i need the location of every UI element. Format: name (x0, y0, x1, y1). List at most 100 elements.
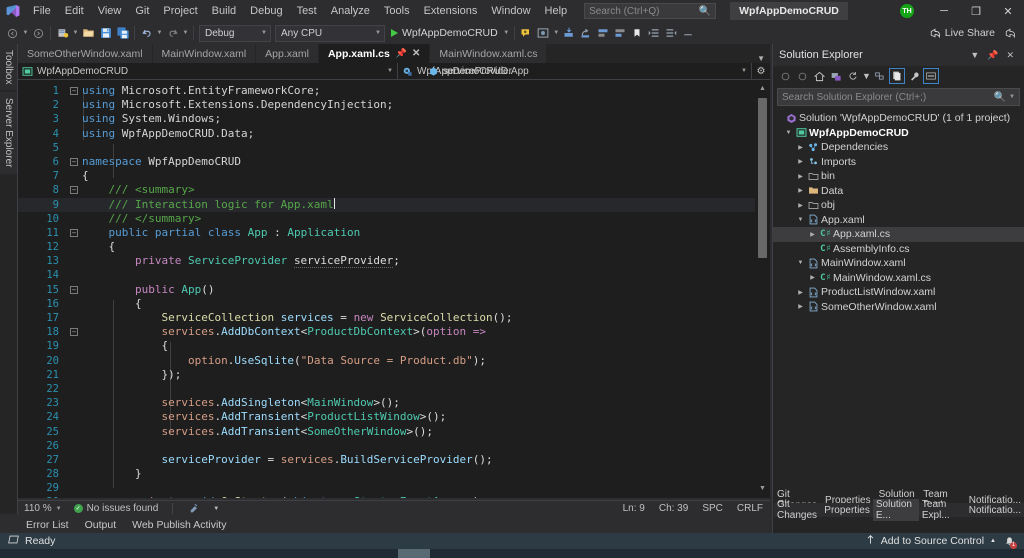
expander-closed-icon[interactable]: ▶ (807, 231, 818, 238)
outdent-icon[interactable] (663, 23, 680, 43)
tree-row-imports[interactable]: ▶ Imports (773, 155, 1024, 170)
tree-row-mainwindow-xaml[interactable]: ▼ MainWindow.xaml (773, 256, 1024, 271)
dock-tab-git-changes[interactable]: Git Changes (774, 499, 821, 521)
menu-test[interactable]: Test (290, 1, 324, 21)
avatar[interactable]: TH (900, 4, 914, 18)
close-tab-icon[interactable]: ✕ (412, 48, 420, 59)
fold-glyph[interactable]: − (68, 325, 82, 339)
properties-wrench-icon[interactable] (906, 68, 922, 84)
expander-open-icon[interactable]: ▼ (783, 130, 794, 136)
preview-selected-items-icon[interactable] (923, 68, 939, 84)
tree-row-project[interactable]: ▼ WpfAppDemoCRUD (773, 126, 1024, 141)
expander-open-icon[interactable]: ▼ (795, 260, 806, 266)
dock-tab-properties[interactable]: Properties (821, 505, 873, 516)
source-control-dropdown-icon[interactable]: ▲ (990, 538, 996, 544)
new-project-dropdown-icon[interactable]: ▼ (71, 30, 80, 36)
tab-error-list[interactable]: Error List (18, 519, 77, 531)
sidebar-item-toolbox[interactable]: Toolbox (0, 44, 17, 91)
close-button[interactable]: ✕ (992, 0, 1024, 22)
zoom-level-selector[interactable]: 110 % ▼ (18, 503, 68, 514)
tab-mainwindow-xaml-cs[interactable]: MainWindow.xaml.cs (430, 44, 548, 63)
tree-row-assemblyinfo-cs[interactable]: C♯ AssemblyInfo.cs (773, 242, 1024, 257)
menu-window[interactable]: Window (484, 1, 537, 21)
scroll-down-icon[interactable]: ▼ (755, 482, 770, 496)
expander-closed-icon[interactable]: ▶ (795, 158, 806, 165)
forward-icon[interactable] (794, 68, 810, 84)
navigate-backward-dropdown-icon[interactable]: ▼ (21, 30, 30, 36)
tree-row-obj[interactable]: ▶ obj (773, 198, 1024, 213)
tab-someotherwindow-xaml[interactable]: SomeOtherWindow.xaml (18, 44, 153, 63)
expander-closed-icon[interactable]: ▶ (795, 187, 806, 194)
navbar-type-selector[interactable]: WpfAppDemoCRUD.App ▼ (398, 62, 752, 80)
start-debugging-dropdown-icon[interactable]: ▼ (502, 30, 511, 36)
undo-dropdown-icon[interactable]: ▼ (155, 30, 164, 36)
fold-glyph[interactable]: − (68, 183, 82, 197)
dock-tab-notifications[interactable]: Notificatio... (966, 505, 1024, 516)
sidebar-item-server-explorer[interactable]: Server Explorer (0, 92, 17, 174)
menu-debug[interactable]: Debug (243, 1, 289, 21)
tab-list-dropdown-icon[interactable]: ▼ (752, 54, 770, 63)
home-icon[interactable] (811, 68, 827, 84)
close-panel-icon[interactable]: ✕ (1002, 50, 1018, 61)
dock-tab-team-explorer[interactable]: Team Expl... (919, 499, 966, 521)
fold-glyph[interactable]: − (68, 495, 82, 498)
tree-row-productlistwindow-xaml[interactable]: ▶ ProductListWindow.xaml (773, 285, 1024, 300)
editor-vertical-scrollbar[interactable]: ▲ ▼ (755, 80, 770, 498)
refresh-dropdown-icon[interactable]: ▼ (862, 68, 871, 84)
panel-menu-icon[interactable]: ▼ (966, 50, 983, 60)
scrollbar-thumb[interactable] (758, 98, 767, 258)
expander-closed-icon[interactable]: ▶ (795, 144, 806, 151)
redo-dropdown-icon[interactable]: ▼ (181, 30, 190, 36)
menu-tools[interactable]: Tools (377, 1, 417, 21)
expander-open-icon[interactable]: ▼ (795, 217, 806, 223)
tree-row-dependencies[interactable]: ▶ Dependencies (773, 140, 1024, 155)
pending-changes-filter-icon[interactable] (828, 68, 844, 84)
comment-selection-icon[interactable] (595, 23, 612, 43)
tab-mainwindow-xaml[interactable]: MainWindow.xaml (152, 44, 257, 63)
restore-button[interactable]: ❐ (960, 0, 992, 22)
start-debugging-button[interactable]: WpfAppDemoCRUD (387, 23, 502, 43)
line-ending-indicator[interactable]: CRLF (730, 503, 770, 514)
open-file-icon[interactable] (80, 23, 97, 43)
minimize-button[interactable]: ─ (928, 0, 960, 22)
code-cleanup-icon[interactable] (181, 502, 206, 516)
menu-extensions[interactable]: Extensions (417, 1, 485, 21)
fold-glyph[interactable]: − (68, 283, 82, 297)
expander-closed-icon[interactable]: ▶ (795, 202, 806, 209)
solution-platform-combo[interactable]: Any CPU ▼ (275, 24, 385, 42)
pin-tab-icon[interactable]: 📌 (396, 48, 407, 59)
tree-row-app-xaml-cs[interactable]: ▶ C♯ App.xaml.cs (773, 227, 1024, 242)
live-visual-tree-dropdown-icon[interactable]: ▼ (552, 30, 561, 36)
more-toolbar-icon[interactable] (680, 23, 697, 43)
global-search-input[interactable]: Search (Ctrl+Q) 🔍 (584, 3, 717, 19)
navbar-project-selector[interactable]: WpfAppDemoCRUD ▼ (18, 62, 398, 80)
spaces-indicator[interactable]: SPC (695, 503, 730, 514)
refresh-icon[interactable] (845, 68, 861, 84)
add-to-source-control-label[interactable]: Add to Source Control (881, 535, 984, 547)
navbar-settings-icon[interactable]: ⚙ (752, 66, 770, 77)
dock-tab-solution-explorer[interactable]: Solution E... (872, 499, 919, 521)
notifications-bell-icon[interactable]: 1 (1002, 535, 1017, 549)
step-over-icon[interactable] (578, 23, 595, 43)
redo-icon[interactable] (164, 23, 181, 43)
tree-row-solution[interactable]: Solution 'WpfAppDemoCRUD' (1 of 1 projec… (773, 111, 1024, 126)
fold-glyph[interactable]: − (68, 84, 82, 98)
tree-row-mainwindow-xaml-cs[interactable]: ▶ C♯ MainWindow.xaml.cs (773, 271, 1024, 286)
new-project-icon[interactable] (54, 23, 71, 43)
live-share-button[interactable]: Live Share (923, 27, 1001, 39)
menu-view[interactable]: View (91, 1, 129, 21)
issues-indicator[interactable]: ✓ No issues found (68, 503, 165, 514)
hot-reload-icon[interactable] (518, 23, 535, 43)
navigate-backward-icon[interactable] (4, 23, 21, 43)
expander-closed-icon[interactable]: ▶ (795, 303, 806, 310)
show-all-files-icon[interactable] (889, 68, 905, 84)
back-icon[interactable] (777, 68, 793, 84)
menu-analyze[interactable]: Analyze (324, 1, 377, 21)
indent-icon[interactable] (646, 23, 663, 43)
tab-web-publish-activity[interactable]: Web Publish Activity (124, 519, 234, 531)
tab-app-xaml-cs[interactable]: App.xaml.cs 📌 ✕ (318, 44, 431, 63)
menu-file[interactable]: File (26, 1, 58, 21)
expander-closed-icon[interactable]: ▶ (795, 173, 806, 180)
save-all-icon[interactable] (114, 23, 131, 43)
pin-panel-icon[interactable]: 📌 (983, 50, 1002, 61)
